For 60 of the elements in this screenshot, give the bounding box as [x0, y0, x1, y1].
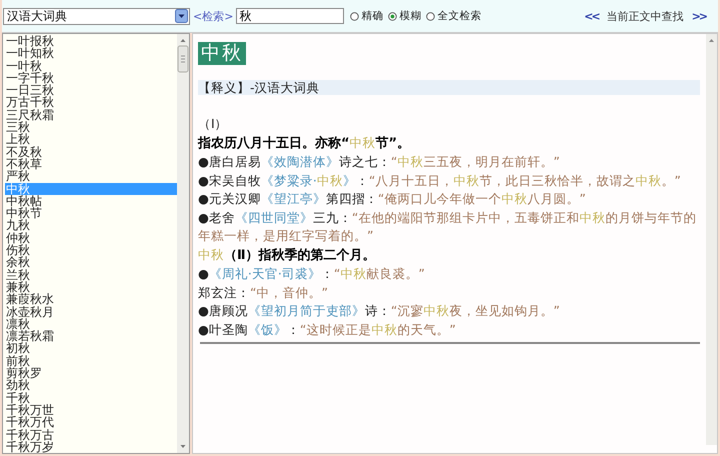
- word-list-item[interactable]: 一叶报秋: [5, 35, 177, 48]
- word-list-item[interactable]: 仲秋: [5, 232, 177, 244]
- definition-line: （Ⅰ）: [198, 115, 229, 133]
- definition-line: 中秋（Ⅱ）指秋季的第二个月。: [198, 246, 377, 264]
- find-previous-link[interactable]: <<: [584, 10, 599, 22]
- dictionary-dropdown[interactable]: 汉语大词典: [3, 8, 190, 24]
- scrollbar-drawing[interactable]: [706, 34, 717, 445]
- word-list-item[interactable]: 千秋: [5, 392, 177, 404]
- radio-icon[interactable]: [350, 12, 360, 20]
- word-list-item[interactable]: 凛秋: [5, 318, 177, 330]
- word-list-item[interactable]: 千秋万代: [5, 416, 177, 428]
- search-mode-radio[interactable]: 全文检索: [426, 9, 482, 23]
- definition-line: ●唐顾况《望初月简于吏部》诗：“沉寥中秋夜，坐见如钩月。”: [198, 302, 561, 320]
- definition-line: ●《周礼·天官·司裘》：“中秋献良裘。”: [198, 265, 426, 283]
- word-list-item[interactable]: 兰秋: [5, 268, 177, 281]
- word-list-item[interactable]: 一叶秋: [5, 60, 177, 72]
- radio-icon[interactable]: [388, 12, 398, 20]
- word-list-item[interactable]: 冰壶秋月: [5, 306, 177, 318]
- definition-line: ●宋吴自牧《梦粱录·中秋》：“八月十五日，中秋节，此日三秋恰半，故谓之中秋。”: [198, 172, 682, 190]
- word-list-item[interactable]: 万古千秋: [5, 96, 177, 109]
- word-list-item[interactable]: 千秋万古: [5, 428, 177, 441]
- definition-line: 郑玄注：“中，音仲。”: [198, 284, 329, 302]
- search-mode-radio[interactable]: 精确: [350, 9, 384, 23]
- search-label: <检索>: [193, 8, 234, 24]
- find-next-link[interactable]: >>: [692, 10, 706, 22]
- word-list-item[interactable]: 千秋万世: [5, 404, 177, 416]
- word-list-item[interactable]: 上秋: [5, 133, 177, 146]
- definition-line: ●叶圣陶《饭》：“这时候正是中秋的天气。”: [198, 320, 457, 338]
- word-list-item[interactable]: 凛若秋霜: [5, 330, 177, 342]
- word-list-item[interactable]: 余秋: [5, 256, 177, 269]
- word-list-item[interactable]: 剪秋罗: [5, 367, 177, 380]
- word-list-item[interactable]: 一日三秋: [5, 84, 177, 96]
- word-list-item[interactable]: 九秋: [5, 219, 177, 232]
- word-list-item[interactable]: 一字千秋: [5, 72, 177, 84]
- word-list-item[interactable]: 三秋: [5, 121, 177, 134]
- word-list-item[interactable]: 三尺秋霜: [5, 108, 177, 122]
- word-list-item[interactable]: 劲秋: [5, 379, 177, 392]
- word-list-item[interactable]: 前秋: [5, 354, 177, 368]
- search-field[interactable]: 秋: [236, 8, 344, 24]
- word-list-item[interactable]: 一叶知秋: [5, 47, 177, 60]
- word-list-item[interactable]: 初秋: [5, 342, 177, 355]
- find-in-text-label: 当前正文中查找: [606, 8, 684, 24]
- word-list-item[interactable]: 不及秋: [5, 146, 177, 158]
- headword-title: 中秋: [198, 42, 246, 65]
- definition-line: ●唐白居易《效陶潜体》诗之七：“中秋三五夜，明月在前轩。”: [198, 153, 561, 171]
- word-list-item[interactable]: 不秋草: [5, 158, 177, 170]
- word-list-item[interactable]: 中秋节: [5, 207, 177, 220]
- definition-line: 指农历八月十五日。亦称“中秋节”。: [198, 134, 412, 152]
- radio-icon[interactable]: [426, 12, 436, 20]
- word-list-item[interactable]: 严秋: [5, 170, 177, 183]
- word-list-item[interactable]: 兼秋: [5, 280, 177, 294]
- word-list-item[interactable]: 兼葭秋水: [5, 293, 177, 306]
- search-mode-radio[interactable]: 模糊: [388, 9, 422, 23]
- scrollbar-drawing[interactable]: [177, 34, 189, 453]
- definition-line: ●元关汉卿《望江亭》第四摺：“俺两口儿今年做一个中秋八月圆。”: [198, 190, 587, 208]
- word-list-item[interactable]: 中秋帖: [5, 194, 177, 208]
- word-list-item[interactable]: 伤秋: [5, 244, 177, 256]
- definition-header: 【释义】-汉语大词典: [198, 80, 700, 95]
- word-list-item[interactable]: 千秋万岁: [5, 440, 177, 454]
- definition-line: ●老舍《四世同堂》三九：“在他的端阳节那组卡片中，五毒饼正和中秋的月饼与年节的年糕一样，是用红字写着的。”: [198, 208, 698, 245]
